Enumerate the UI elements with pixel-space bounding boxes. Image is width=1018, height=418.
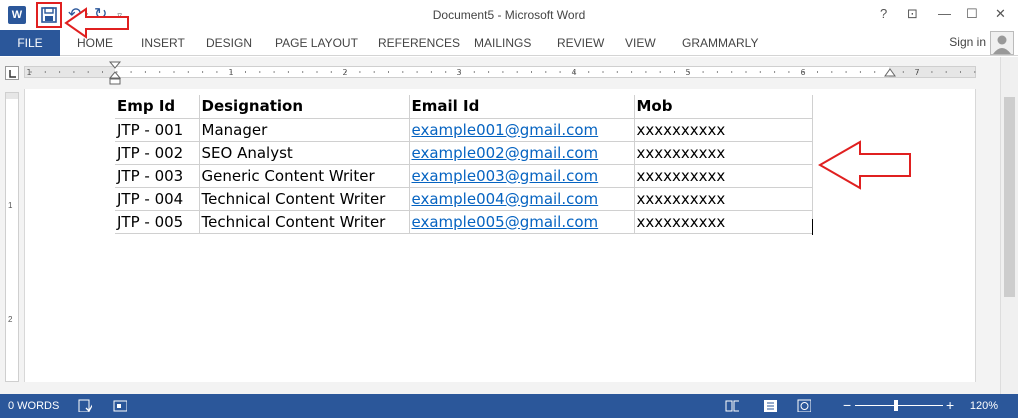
table-row: JTP - 003 Generic Content Writer example… (115, 163, 813, 188)
tab-file[interactable]: FILE (0, 30, 60, 56)
minimize-button[interactable]: — (938, 6, 951, 21)
table-cell[interactable]: xxxxxxxxxx (633, 209, 813, 234)
tab-page-layout[interactable]: PAGE LAYOUT (275, 36, 358, 50)
table-cell[interactable]: SEO Analyst (198, 140, 410, 165)
zoom-level[interactable]: 120% (970, 400, 998, 412)
left-arrow-annotation-icon (818, 140, 911, 190)
sign-in-link[interactable]: Sign in (949, 35, 986, 49)
left-arrow-annotation-icon (64, 7, 129, 39)
ruler-number: 1 (8, 201, 13, 210)
ruler-number: 2 (342, 68, 347, 77)
ruler-number: 7 (914, 68, 919, 77)
user-icon (993, 35, 1011, 54)
table-cell[interactable]: example005@gmail.com (408, 209, 635, 234)
table-header-cell[interactable]: Email Id (408, 95, 635, 119)
table-cell[interactable]: Technical Content Writer (198, 186, 410, 211)
email-link[interactable]: example002@gmail.com (412, 144, 599, 162)
table-cell[interactable]: xxxxxxxxxx (633, 186, 813, 211)
tab-grammarly[interactable]: GRAMMARLY (682, 36, 758, 50)
window-title: Document5 - Microsoft Word (432, 8, 586, 22)
tab-stop-selector[interactable] (5, 66, 19, 80)
proofing-icon[interactable] (78, 399, 92, 412)
word-count[interactable]: 0 WORDS (8, 400, 59, 412)
web-layout-icon[interactable] (797, 399, 811, 412)
ruler-number: 2 (8, 315, 13, 324)
table-cell[interactable]: xxxxxxxxxx (633, 140, 813, 165)
macro-record-icon[interactable] (113, 399, 127, 412)
ribbon-display-options-icon[interactable]: ⊡ (907, 6, 918, 22)
save-button[interactable] (36, 2, 62, 28)
table-cell[interactable]: example001@gmail.com (408, 117, 635, 142)
vertical-ruler[interactable]: 1 2 (5, 92, 19, 382)
help-icon[interactable]: ? (880, 6, 887, 21)
table-cell[interactable]: example004@gmail.com (408, 186, 635, 211)
table-cell[interactable]: JTP - 001 (115, 117, 200, 142)
email-link[interactable]: example005@gmail.com (412, 213, 599, 231)
right-indent-marker-icon[interactable] (884, 68, 896, 78)
ruler-number: 5 (685, 68, 690, 77)
table-cell[interactable]: JTP - 002 (115, 140, 200, 165)
word-logo-icon[interactable]: W (8, 6, 26, 24)
ruler-number: 6 (800, 68, 805, 77)
table-cell[interactable]: Manager (198, 117, 410, 142)
table-cell[interactable]: Generic Content Writer (198, 163, 410, 188)
table-cell[interactable]: xxxxxxxxxx (633, 163, 813, 188)
table-cell[interactable]: Technical Content Writer (198, 209, 410, 234)
read-mode-icon[interactable] (725, 399, 739, 412)
table-header-cell[interactable]: Mob (633, 95, 813, 119)
table-header-cell[interactable]: Designation (198, 95, 410, 119)
close-button[interactable]: ✕ (995, 6, 1006, 22)
table-cell[interactable]: JTP - 005 (115, 209, 200, 234)
text-cursor (812, 219, 813, 235)
table-cell[interactable]: xxxxxxxxxx (633, 117, 813, 142)
email-link[interactable]: example001@gmail.com (412, 121, 599, 139)
title-bar: W ↶ ▾ ↻ ▿ Document5 - Microsoft Word ? ⊡… (0, 0, 1018, 30)
status-bar: 0 WORDS − + 120% (0, 394, 1018, 418)
ribbon-tabs: FILE HOME INSERT DESIGN PAGE LAYOUT REFE… (0, 30, 1018, 56)
scrollbar-thumb[interactable] (1004, 97, 1015, 297)
email-link[interactable]: example004@gmail.com (412, 190, 599, 208)
horizontal-scrollbar[interactable] (24, 382, 976, 394)
ruler-number: 1 (26, 68, 31, 77)
table-row: JTP - 001 Manager example001@gmail.com x… (115, 117, 813, 142)
word-window: W ↶ ▾ ↻ ▿ Document5 - Microsoft Word ? ⊡… (0, 0, 1018, 418)
table-cell[interactable]: example003@gmail.com (408, 163, 635, 188)
left-tab-icon (9, 70, 16, 78)
tab-view[interactable]: VIEW (625, 36, 656, 50)
ruler-number: 1 (228, 68, 233, 77)
table-row: JTP - 005 Technical Content Writer examp… (115, 209, 813, 234)
ruler-ticks: 1 1 2 3 4 5 6 7 (26, 68, 976, 77)
tab-review[interactable]: REVIEW (557, 36, 604, 50)
zoom-slider[interactable] (855, 405, 943, 406)
ruler-number: 3 (456, 68, 461, 77)
tab-mailings[interactable]: MAILINGS (474, 36, 531, 50)
vertical-scrollbar[interactable] (1000, 57, 1018, 394)
table-cell[interactable]: JTP - 003 (115, 163, 200, 188)
table-row: JTP - 004 Technical Content Writer examp… (115, 186, 813, 211)
avatar[interactable] (990, 31, 1014, 55)
table-header-cell[interactable]: Emp Id (115, 95, 200, 119)
horizontal-ruler[interactable]: 1 1 2 3 4 5 6 7 (24, 66, 976, 78)
ruler-number: 4 (571, 68, 576, 77)
zoom-in-button[interactable]: + (946, 397, 954, 413)
zoom-slider-thumb[interactable] (894, 400, 898, 411)
vertical-ruler-top-margin (6, 93, 18, 99)
table-cell[interactable]: example002@gmail.com (408, 140, 635, 165)
tab-references[interactable]: REFERENCES (378, 36, 460, 50)
tab-design[interactable]: DESIGN (206, 36, 252, 50)
maximize-button[interactable]: ☐ (966, 6, 978, 22)
indent-markers-icon[interactable] (108, 60, 122, 88)
save-icon (41, 7, 57, 23)
employee-table[interactable]: Emp Id Designation Email Id Mob JTP - 00… (115, 95, 813, 234)
table-header-row: Emp Id Designation Email Id Mob (115, 95, 813, 119)
email-link[interactable]: example003@gmail.com (412, 167, 599, 185)
print-layout-icon[interactable] (763, 399, 777, 412)
table-row: JTP - 002 SEO Analyst example002@gmail.c… (115, 140, 813, 165)
table-cell[interactable]: JTP - 004 (115, 186, 200, 211)
zoom-out-button[interactable]: − (843, 397, 851, 413)
tab-insert[interactable]: INSERT (141, 36, 185, 50)
